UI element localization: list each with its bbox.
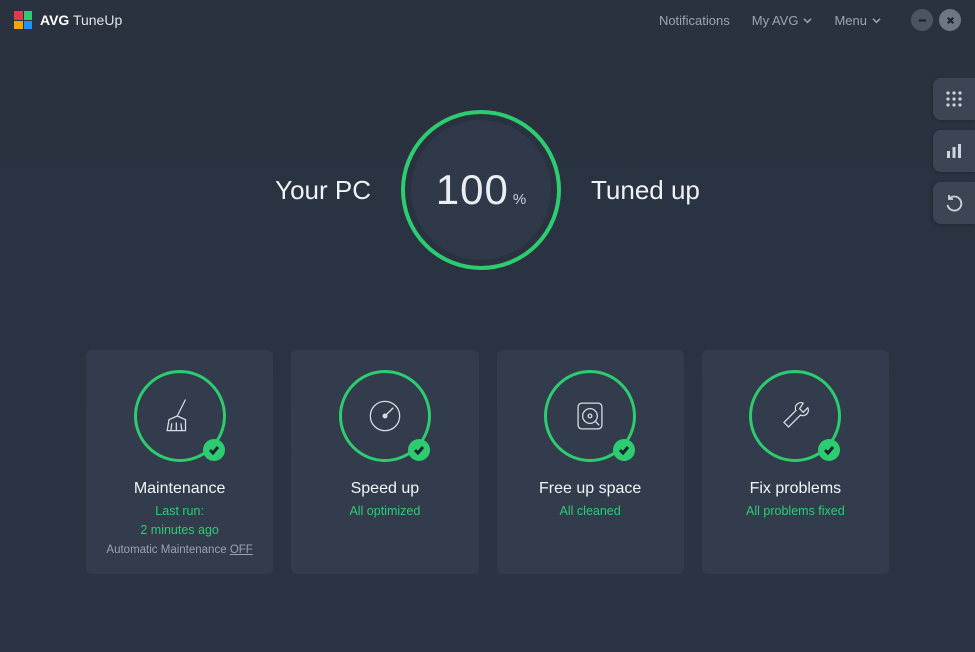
dial-value: 100 [436,166,509,214]
gauge-icon [363,394,407,438]
minimize-icon [917,15,928,26]
freeup-card[interactable]: Free up space All cleaned [497,350,684,574]
fix-title: Fix problems [750,480,842,498]
status-check-badge [818,439,840,461]
menu-label: Menu [834,13,867,28]
disk-icon [568,394,612,438]
side-rail [933,78,975,224]
notifications-link[interactable]: Notifications [659,13,730,28]
check-icon [823,444,835,456]
header-actions: Notifications My AVG Menu [659,9,961,31]
status-check-badge [203,439,225,461]
freeup-sub: All cleaned [560,502,621,521]
rail-undo-button[interactable] [933,182,975,224]
grid-icon [945,90,963,108]
maintenance-card[interactable]: Maintenance Last run: 2 minutes ago Auto… [86,350,273,574]
chevron-down-icon [872,16,881,25]
maintenance-sub: Last run: 2 minutes ago [140,502,219,540]
rail-stats-button[interactable] [933,130,975,172]
title-bar: AVG TuneUp Notifications My AVG Menu [0,0,975,40]
minimize-button[interactable] [911,9,933,31]
fix-icon-ring [749,370,841,462]
fix-sub: All problems fixed [746,502,845,521]
auto-maintenance-row: Automatic Maintenance OFF [106,544,252,556]
maintenance-lastrun-label: Last run: [155,504,204,518]
window-controls [911,9,961,31]
check-icon [208,444,220,456]
freeup-icon-ring [544,370,636,462]
dial-inner: 100 % [411,120,551,260]
auto-maintenance-label: Automatic Maintenance [106,544,226,556]
maintenance-title: Maintenance [134,480,226,498]
wrench-icon [773,394,817,438]
my-avg-label: My AVG [752,13,799,28]
speedup-sub: All optimized [349,502,420,521]
maintenance-lastrun-value: 2 minutes ago [140,523,219,537]
feature-cards: Maintenance Last run: 2 minutes ago Auto… [0,350,975,574]
speedup-icon-ring [339,370,431,462]
hero-right-label: Tuned up [591,175,700,206]
check-icon [413,444,425,456]
speedup-title: Speed up [351,480,420,498]
status-check-badge [613,439,635,461]
notifications-label: Notifications [659,13,730,28]
chevron-down-icon [803,16,812,25]
auto-maintenance-toggle[interactable]: OFF [230,544,253,556]
close-button[interactable] [939,9,961,31]
bar-chart-icon [945,142,963,160]
avg-logo-icon [14,11,32,29]
app-title: AVG TuneUp [40,12,122,28]
undo-icon [945,194,963,212]
check-icon [618,444,630,456]
fix-card[interactable]: Fix problems All problems fixed [702,350,889,574]
score-dial: 100 % [401,110,561,270]
brand: AVG TuneUp [14,11,122,29]
hero-left-label: Your PC [275,175,371,206]
brand-bold: AVG [40,12,69,28]
rail-apps-button[interactable] [933,78,975,120]
maintenance-icon-ring [134,370,226,462]
hero-status: Your PC 100 % Tuned up [0,110,975,270]
freeup-title: Free up space [539,480,641,498]
speedup-card[interactable]: Speed up All optimized [291,350,478,574]
dial-ring: 100 % [401,110,561,270]
my-avg-menu[interactable]: My AVG [752,13,813,28]
broom-icon [158,394,202,438]
main-menu[interactable]: Menu [834,13,881,28]
status-check-badge [408,439,430,461]
percent-icon: % [513,191,526,208]
brand-light: TuneUp [73,12,122,28]
close-icon [945,15,956,26]
